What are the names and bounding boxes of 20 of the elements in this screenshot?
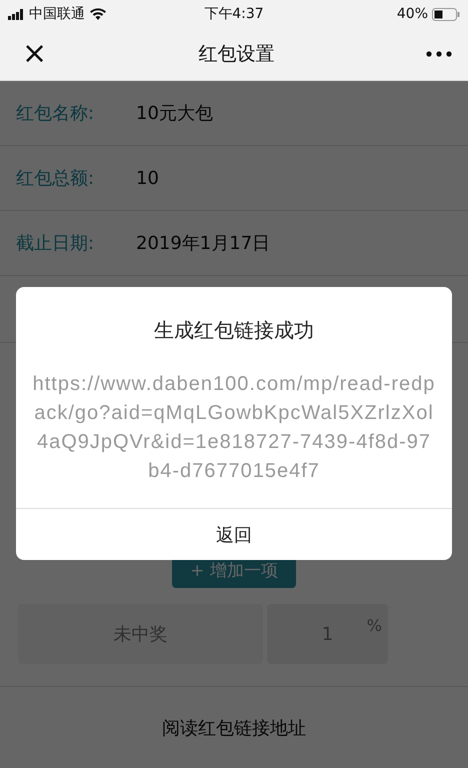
read-link[interactable]: 阅读红包链接地址 [162,716,306,740]
field-value: 10 [136,168,159,188]
battery-percent: 40% [396,6,428,22]
page-title: 红包设置 [198,42,275,67]
carrier-name: 中国联通 [29,5,85,23]
more-icon[interactable] [426,51,452,57]
close-button[interactable]: × [22,39,48,69]
wifi-icon [90,8,106,20]
battery-icon [432,8,460,20]
percent-unit: % [366,616,382,635]
field-label: 红包总额: [16,167,96,190]
status-time: 下午4:37 [204,5,264,23]
field-value: 10元大包 [136,102,213,125]
field-label: 截止日期: [16,232,96,255]
back-button[interactable]: 返回 [16,508,452,560]
dialog-title: 生成红包链接成功 [154,317,314,344]
dialog-message: https://www.daben100.com/mp/read-redpack/go?aid=qMqLGowbKpcWal5XZrlzXol4aQ9JpQVr&id=1e818727-7439-4f8d-97b4-d7677015e4f7 [32,372,436,484]
signal-icon [8,8,24,20]
field-value: 2019年1月17日 [136,232,270,255]
field-label: 红包名称: [16,102,96,125]
